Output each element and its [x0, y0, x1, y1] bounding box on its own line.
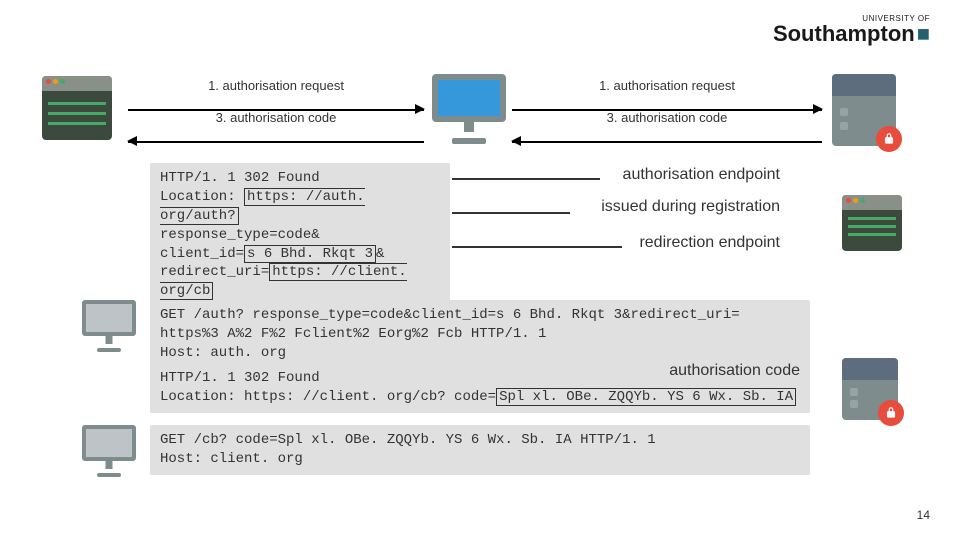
annotation-issued-during-registration: issued during registration	[601, 198, 780, 216]
auth-server-icon	[832, 74, 896, 146]
auth-server-icon-small	[842, 358, 898, 420]
highlight-auth-code: Spl xl. OBe. ZQQYb. YS 6 Wx. Sb. IA	[496, 388, 796, 406]
user-monitor-small-icon	[80, 425, 138, 477]
user-monitor-small-icon	[80, 300, 138, 352]
connector-line	[452, 212, 570, 214]
client-server-icon	[42, 76, 112, 140]
highlight-client-id: s 6 Bhd. Rkqt 3	[244, 245, 376, 263]
http-get-callback-request: GET /cb? code=Spl xl. OBe. ZQQYb. YS 6 W…	[150, 425, 810, 475]
client-server-icon-small	[842, 195, 902, 251]
http-response-302-redirect-to-auth: HTTP/1. 1 302 Found Location: https: //a…	[150, 163, 450, 307]
http-get-auth-request: GET /auth? response_type=code&client_id=…	[150, 300, 810, 369]
lock-icon	[878, 400, 904, 426]
annotation-authorisation-code: authorisation code	[669, 362, 800, 380]
arrow-step3-left: 3. authorisation code	[128, 128, 424, 154]
annotation-redirection-endpoint: redirection endpoint	[639, 234, 780, 252]
lock-icon	[876, 126, 902, 152]
connector-line	[452, 178, 600, 180]
annotation-auth-endpoint: authorisation endpoint	[623, 166, 780, 184]
arrow-step3-right: 3. authorisation code	[512, 128, 822, 154]
page-number: 14	[917, 508, 930, 522]
user-monitor-icon	[428, 74, 510, 144]
logo-main-text: Southampton■	[773, 23, 930, 45]
university-logo: UNIVERSITY OF Southampton■	[773, 14, 930, 45]
connector-line	[452, 246, 622, 248]
